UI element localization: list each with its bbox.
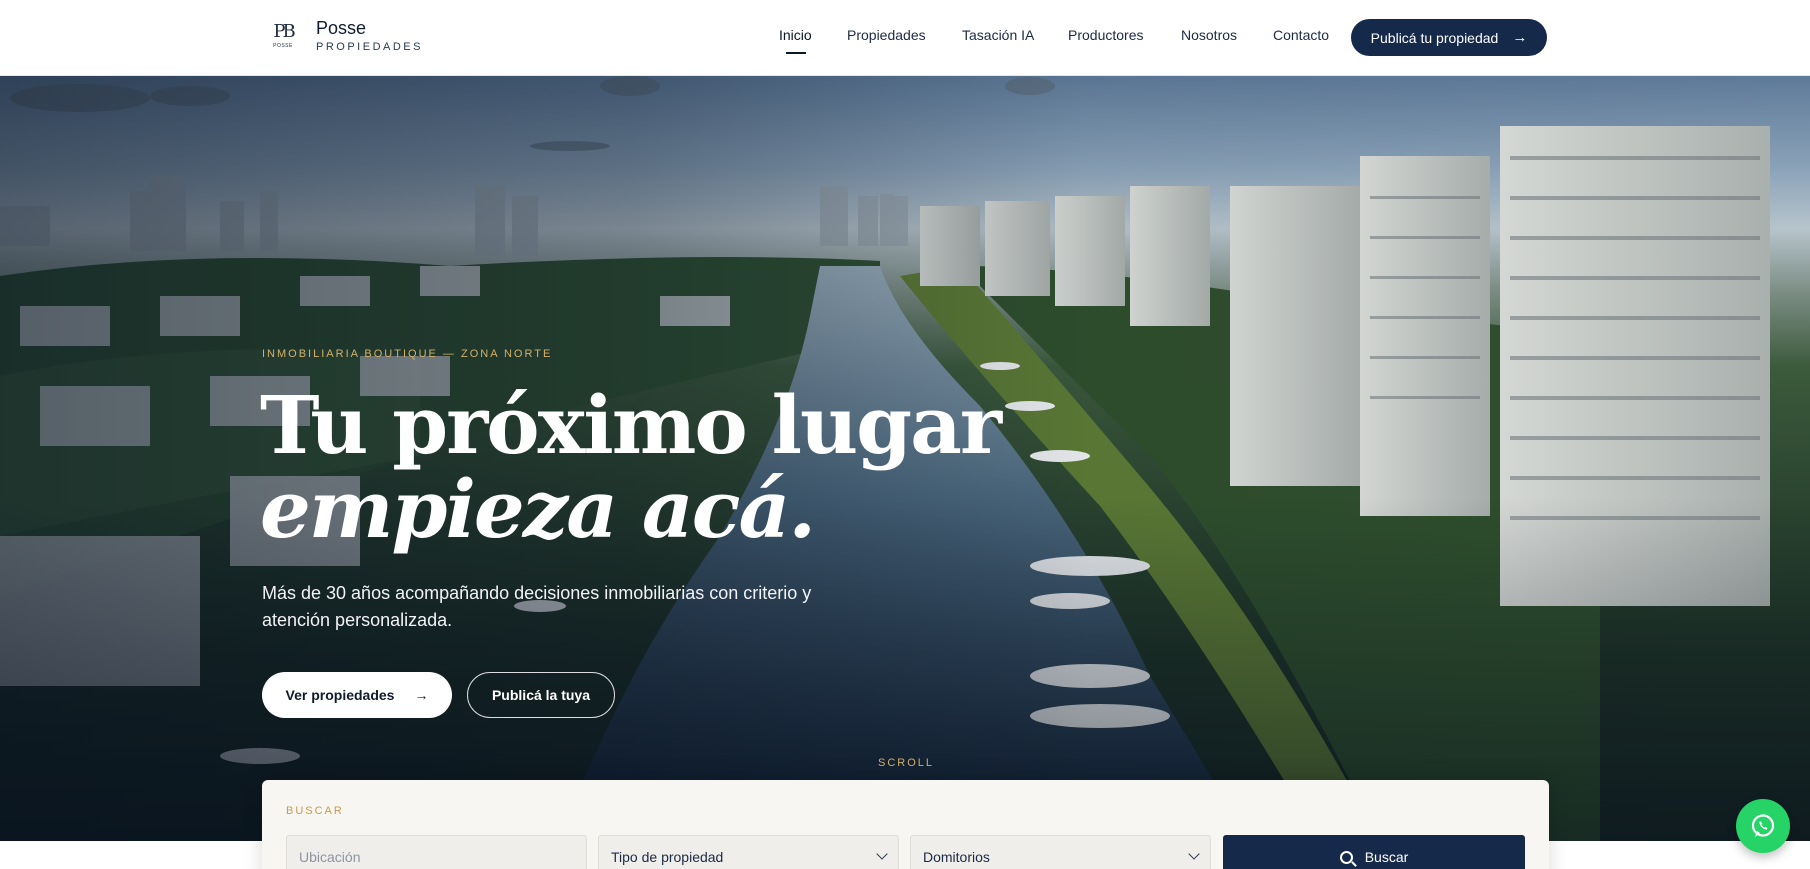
publish-property-label: Publicá tu propiedad xyxy=(1370,29,1499,46)
logo-text: Posse PROPIEDADES xyxy=(316,18,423,54)
brand-logo[interactable]: PB POSSE Posse PROPIEDADES xyxy=(268,18,423,54)
view-properties-button[interactable]: Ver propiedades → xyxy=(262,672,452,718)
whatsapp-icon xyxy=(1751,814,1775,837)
property-type-select[interactable]: Tipo de propiedad xyxy=(598,835,899,869)
publish-yours-label: Publicá la tuya xyxy=(491,687,591,703)
publish-property-button[interactable]: Publicá tu propiedad → xyxy=(1351,19,1547,56)
logo-mark-caption: POSSE xyxy=(273,43,293,49)
nav-item-inicio[interactable]: Inicio xyxy=(779,27,812,43)
hero-title-line1: Tu próximo lugar xyxy=(260,378,1002,472)
publish-yours-button[interactable]: Publicá la tuya xyxy=(467,672,615,718)
search-label: BUSCAR xyxy=(286,805,344,817)
brand-subtitle: PROPIEDADES xyxy=(316,41,423,53)
brand-name: Posse xyxy=(316,18,367,38)
hero-title: Tu próximo lugar empieza acá. xyxy=(260,383,1002,556)
arrow-right-icon: → xyxy=(1512,29,1528,46)
search-button[interactable]: Buscar xyxy=(1223,835,1525,869)
logo-mark: PB POSSE xyxy=(268,19,298,53)
site-header: PB POSSE Posse PROPIEDADES Inicio Propie… xyxy=(0,0,1810,76)
search-icon xyxy=(1339,850,1353,864)
view-properties-label: Ver propiedades xyxy=(285,687,395,703)
nav-item-tasacion-ia[interactable]: Tasación IA xyxy=(962,27,1034,43)
property-type-value: Tipo de propiedad xyxy=(611,849,724,865)
chevron-down-icon xyxy=(876,848,888,860)
nav-item-propiedades[interactable]: Propiedades xyxy=(847,27,926,43)
nav-item-contacto[interactable]: Contacto xyxy=(1273,27,1329,43)
scroll-indicator[interactable]: SCROLL xyxy=(878,757,934,769)
search-panel: BUSCAR Ubicación Tipo de propiedad Domit… xyxy=(262,780,1549,869)
arrow-right-icon: → xyxy=(414,687,429,703)
location-input[interactable]: Ubicación xyxy=(286,835,587,869)
search-button-label: Buscar xyxy=(1364,849,1409,865)
chevron-down-icon xyxy=(1188,848,1200,860)
bedrooms-value: Domitorios xyxy=(923,849,990,865)
logo-mark-letters: PB xyxy=(273,21,295,42)
location-placeholder: Ubicación xyxy=(299,849,361,865)
nav-item-nosotros[interactable]: Nosotros xyxy=(1181,27,1237,43)
bedrooms-select[interactable]: Domitorios xyxy=(910,835,1211,869)
hero-lede: Más de 30 años acompañando decisiones in… xyxy=(262,583,812,630)
hero-eyebrow: INMOBILIARIA BOUTIQUE — ZONA NORTE xyxy=(262,348,553,360)
active-nav-indicator xyxy=(786,52,806,54)
hero-title-line2: empieza acá. xyxy=(260,462,816,556)
nav-item-productores[interactable]: Productores xyxy=(1068,27,1143,43)
whatsapp-button[interactable] xyxy=(1736,799,1790,853)
